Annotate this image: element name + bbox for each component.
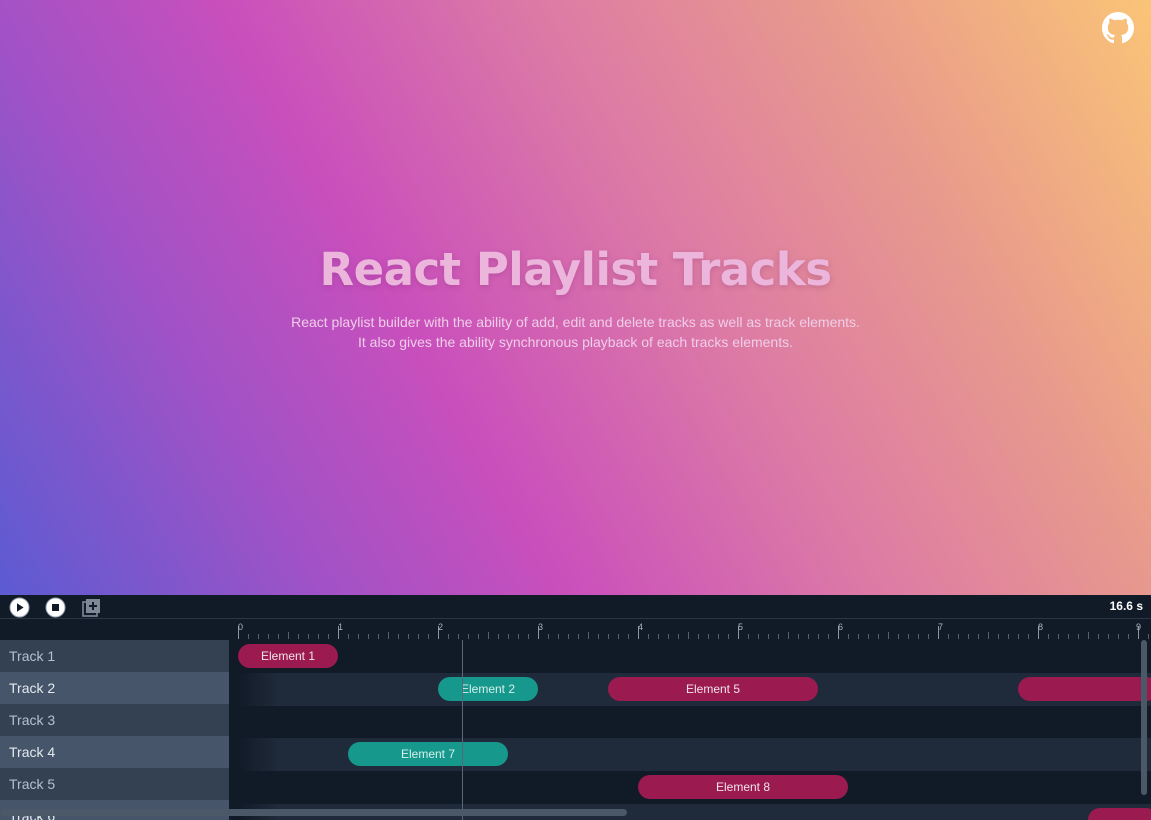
vertical-scrollbar[interactable] (1141, 640, 1147, 795)
ruler-ticks: 0 1 2 3 4 5 6 7 8 9 (238, 622, 1149, 639)
track-header-1[interactable]: Track 1 (0, 640, 229, 672)
track-element[interactable]: Element 1 (238, 644, 338, 668)
stop-icon (45, 597, 66, 618)
horizontal-scrollbar[interactable] (0, 809, 627, 816)
play-icon (9, 597, 30, 618)
ruler-label: 7 (938, 622, 943, 632)
add-track-button[interactable] (81, 597, 102, 618)
ruler-corner (0, 620, 229, 640)
total-duration: 16.6 s (1109, 599, 1143, 613)
stop-button[interactable] (45, 597, 66, 618)
ruler-label: 3 (538, 622, 543, 632)
time-ruler[interactable]: 0 1 2 3 4 5 6 7 8 9 (229, 620, 1151, 640)
ruler-label: 8 (1038, 622, 1043, 632)
track-element[interactable] (1018, 677, 1151, 701)
track-lane-1[interactable] (238, 640, 1151, 673)
track-lane-3[interactable] (238, 706, 1151, 739)
hero-banner: React Playlist Tracks React playlist bui… (0, 0, 1151, 595)
description-line-1: React playlist builder with the ability … (291, 314, 860, 330)
play-button[interactable] (9, 597, 30, 618)
github-icon (1102, 12, 1134, 44)
ruler-label: 6 (838, 622, 843, 632)
track-lanes: Element 1 Element 2 Element 5 Element 7 Elem… (229, 640, 1151, 820)
lane-fade (238, 673, 278, 706)
ruler-label: 2 (438, 622, 443, 632)
ruler-label: 5 (738, 622, 743, 632)
track-element[interactable]: Element 2 (438, 677, 538, 701)
ruler-label: 1 (338, 622, 343, 632)
ruler-label: 0 (238, 622, 243, 632)
lane-fade (238, 738, 278, 771)
track-header-2[interactable]: Track 2 (0, 672, 229, 704)
track-header-5[interactable]: Track 5 (0, 768, 229, 800)
track-header-3[interactable]: Track 3 (0, 704, 229, 736)
track-element[interactable]: Element 7 (348, 742, 508, 766)
description-line-2: It also gives the ability synchronous pl… (358, 334, 793, 350)
ruler-label: 4 (638, 622, 643, 632)
track-headers: Track 1 Track 2 Track 3 Track 4 Track 5 … (0, 640, 229, 820)
track-element[interactable]: Element 5 (608, 677, 818, 701)
page-description: React playlist builder with the ability … (0, 312, 1151, 352)
github-link[interactable] (1102, 12, 1134, 44)
add-track-icon (82, 599, 100, 617)
track-element[interactable]: Element 8 (638, 775, 848, 799)
page-title: React Playlist Tracks (319, 243, 832, 296)
playhead-cursor[interactable] (462, 640, 463, 820)
playlist-toolbar: 16.6 s (0, 595, 1151, 619)
track-element[interactable] (1088, 808, 1151, 820)
ruler-label: 9 (1136, 622, 1141, 632)
track-header-4[interactable]: Track 4 (0, 736, 229, 768)
